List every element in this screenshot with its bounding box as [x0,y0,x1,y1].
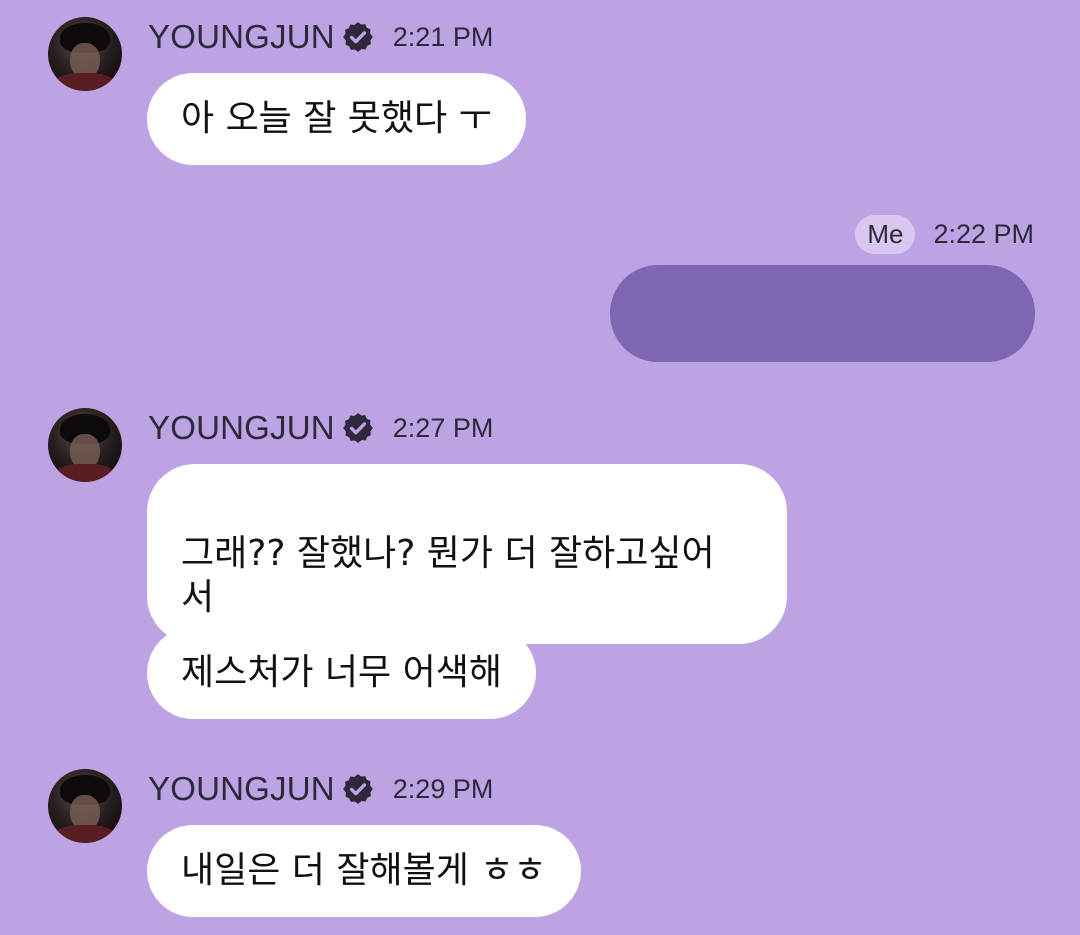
message-time: 2:21 PM [392,21,494,52]
my-message-header: Me 2:22 PM [855,214,1034,254]
verified-badge-icon [341,411,375,445]
message-bubble[interactable]: 내일은 더 잘해볼게 ㅎㅎ [147,825,581,917]
message-text: 내일은 더 잘해볼게 ㅎㅎ [181,850,547,891]
message-bubble[interactable]: 아 오늘 잘 못했다 ㅜ [147,73,526,165]
chat-thread: YOUNGJUN 2:21 PM 아 오늘 잘 못했다 ㅜ Me 2:22 PM… [0,0,1080,935]
message-header: YOUNGJUN 2:29 PM [148,769,493,809]
avatar[interactable] [48,17,122,91]
sender-name[interactable]: YOUNGJUN [148,18,335,56]
verified-badge-icon [341,772,375,806]
avatar[interactable] [48,408,122,482]
message-text: 그래?? 잘했나? 뭔가 더 잘하고싶어 서 [181,533,715,618]
message-time: 2:27 PM [392,412,494,443]
avatar[interactable] [48,769,122,843]
message-bubble[interactable]: 그래?? 잘했나? 뭔가 더 잘하고싶어 서 [147,464,787,644]
message-time: 2:22 PM [933,218,1034,249]
message-header: YOUNGJUN 2:21 PM [148,17,493,57]
message-text: 제스처가 너무 어색해 [181,652,502,693]
message-time: 2:29 PM [392,773,494,804]
message-bubble[interactable]: 제스처가 너무 어색해 [147,627,536,719]
me-badge: Me [855,214,916,254]
verified-badge-icon [341,20,375,54]
message-text: 아 오늘 잘 못했다 ㅜ [181,98,492,139]
my-message-bubble[interactable] [610,265,1035,362]
message-header: YOUNGJUN 2:27 PM [148,408,493,448]
sender-name[interactable]: YOUNGJUN [148,770,335,808]
sender-name[interactable]: YOUNGJUN [148,409,335,447]
